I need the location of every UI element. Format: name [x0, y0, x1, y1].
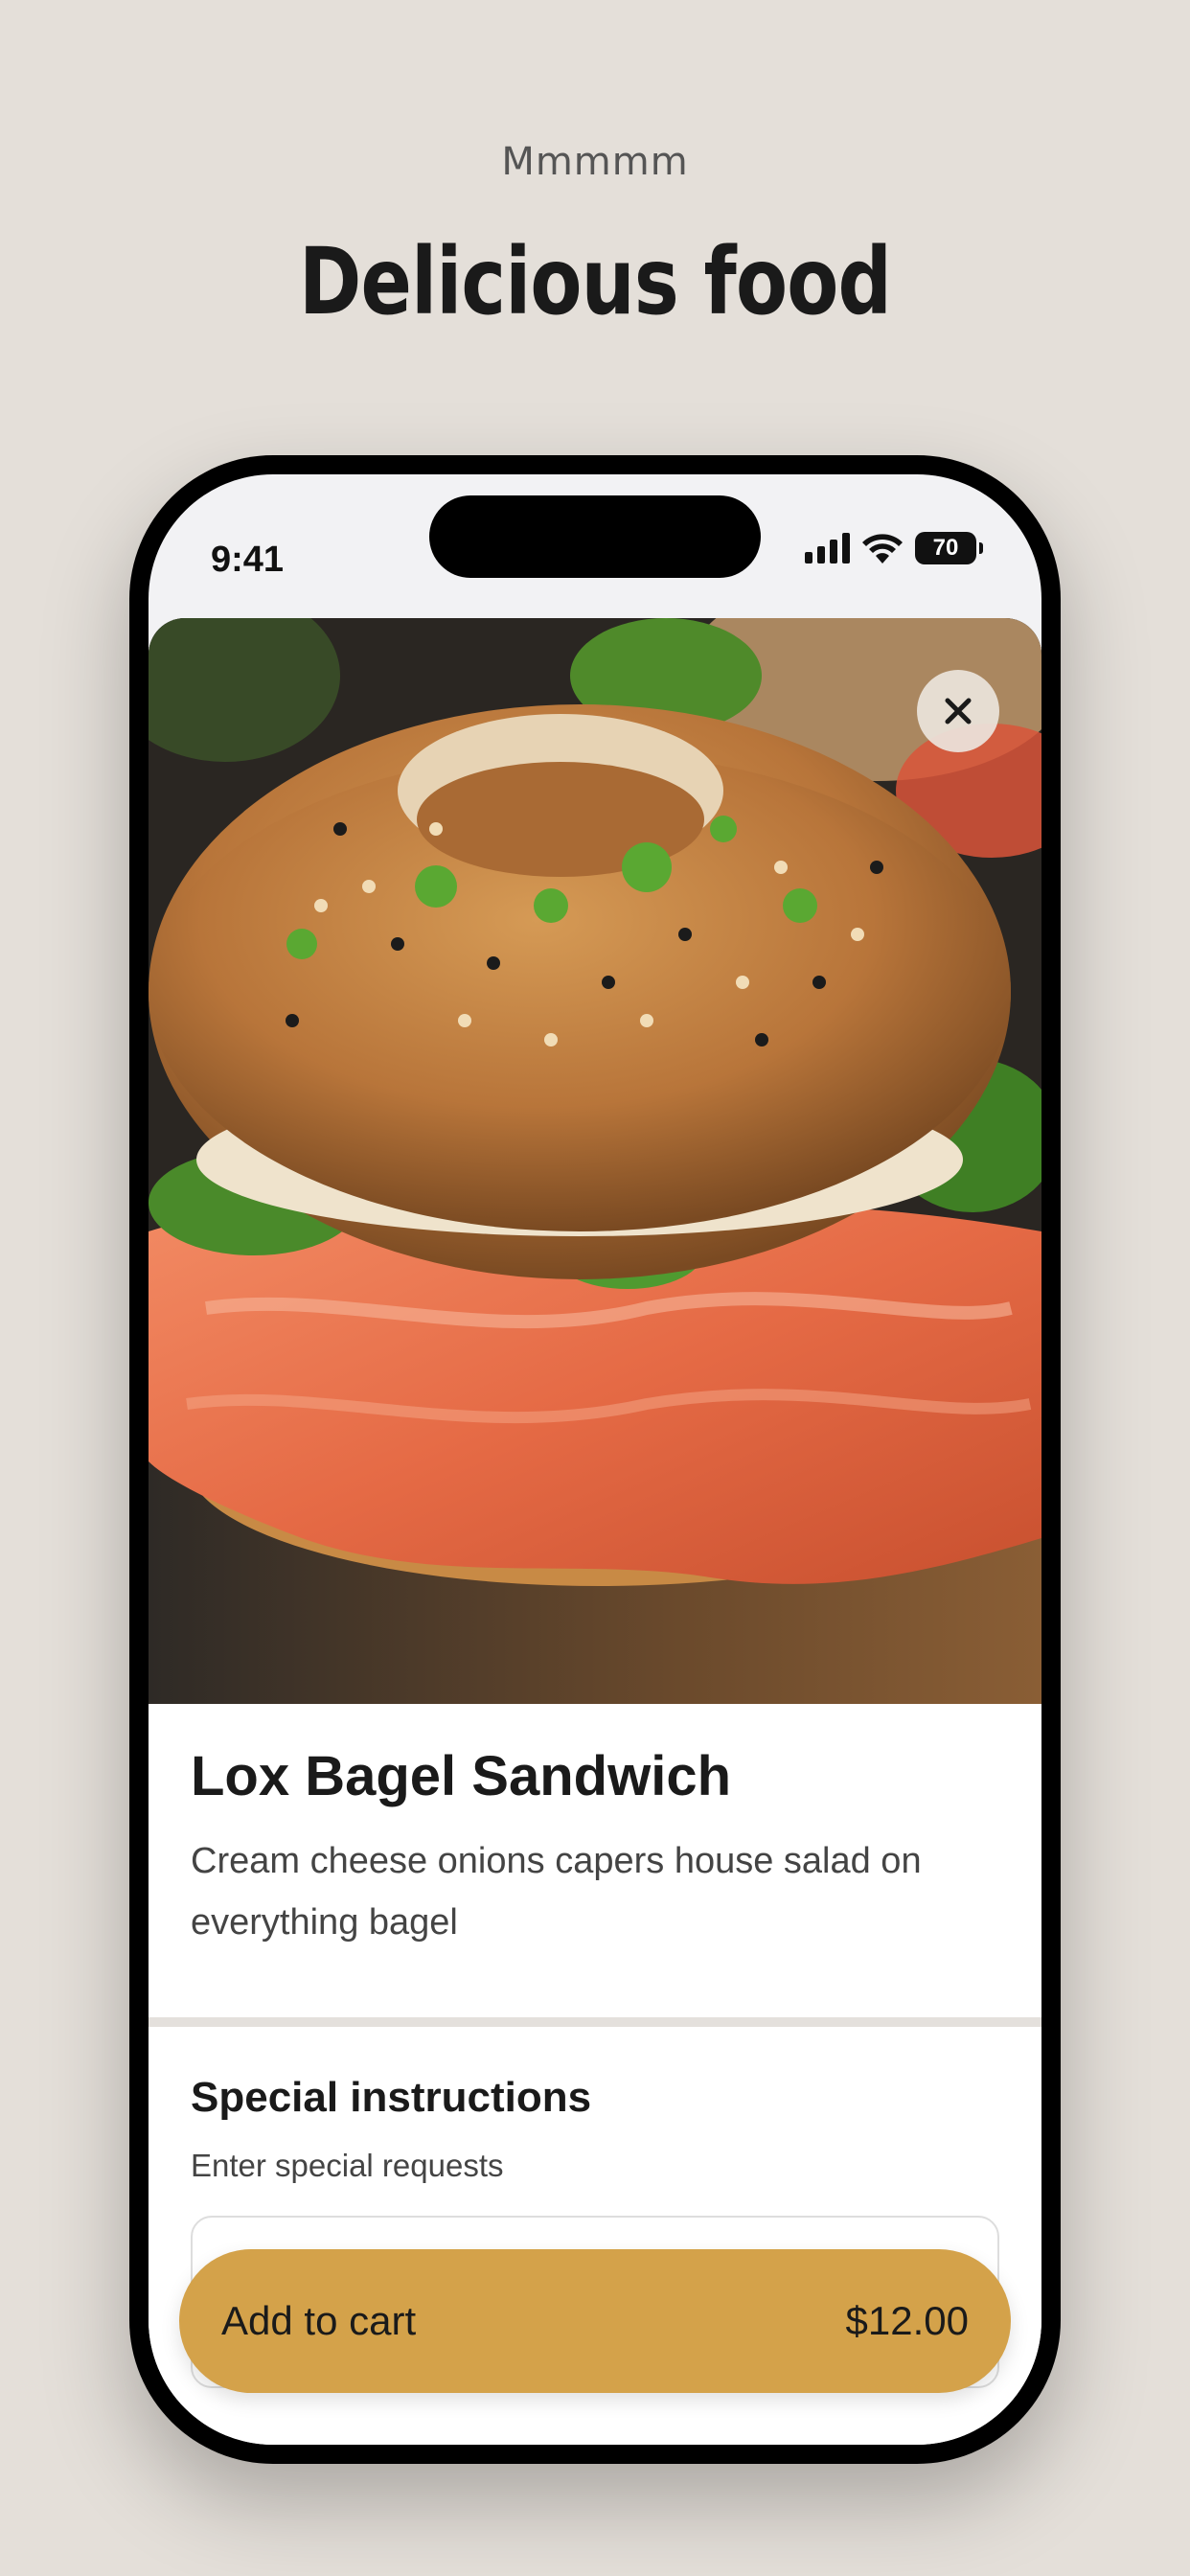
add-to-cart-label: Add to cart: [221, 2298, 417, 2343]
status-time: 9:41: [211, 540, 285, 580]
page-headline: Delicious food: [298, 228, 892, 335]
eyebrow-text: Mmmmm: [501, 140, 689, 184]
close-icon: [945, 698, 972, 724]
special-instructions-subtitle: Enter special requests: [191, 2148, 504, 2183]
phone-screen: 9:41 70 Lox Bagel Sandwich Cream cheese …: [149, 474, 1041, 2445]
phone-frame: 9:41 70 Lox Bagel Sandwich Cream cheese …: [129, 455, 1061, 2464]
wifi-icon: [862, 534, 903, 564]
status-icons: 70: [805, 532, 983, 564]
product-sheet: Lox Bagel Sandwich Cream cheese onions c…: [149, 618, 1041, 2445]
battery-icon: 70: [915, 532, 983, 564]
bagel-photo-illustration: [149, 618, 1041, 1704]
section-divider: [149, 2017, 1041, 2027]
special-instructions-title: Special instructions: [191, 2074, 592, 2121]
close-button[interactable]: [917, 670, 999, 752]
cart-price: $12.00: [845, 2298, 969, 2343]
product-description: Cream cheese onions capers house salad o…: [191, 1841, 922, 1943]
dynamic-island: [429, 495, 761, 578]
product-title: Lox Bagel Sandwich: [191, 1745, 731, 1807]
product-photo: [149, 618, 1041, 1704]
add-to-cart-button[interactable]: Add to cart $12.00: [179, 2249, 1011, 2393]
signal-icon: [805, 533, 850, 564]
